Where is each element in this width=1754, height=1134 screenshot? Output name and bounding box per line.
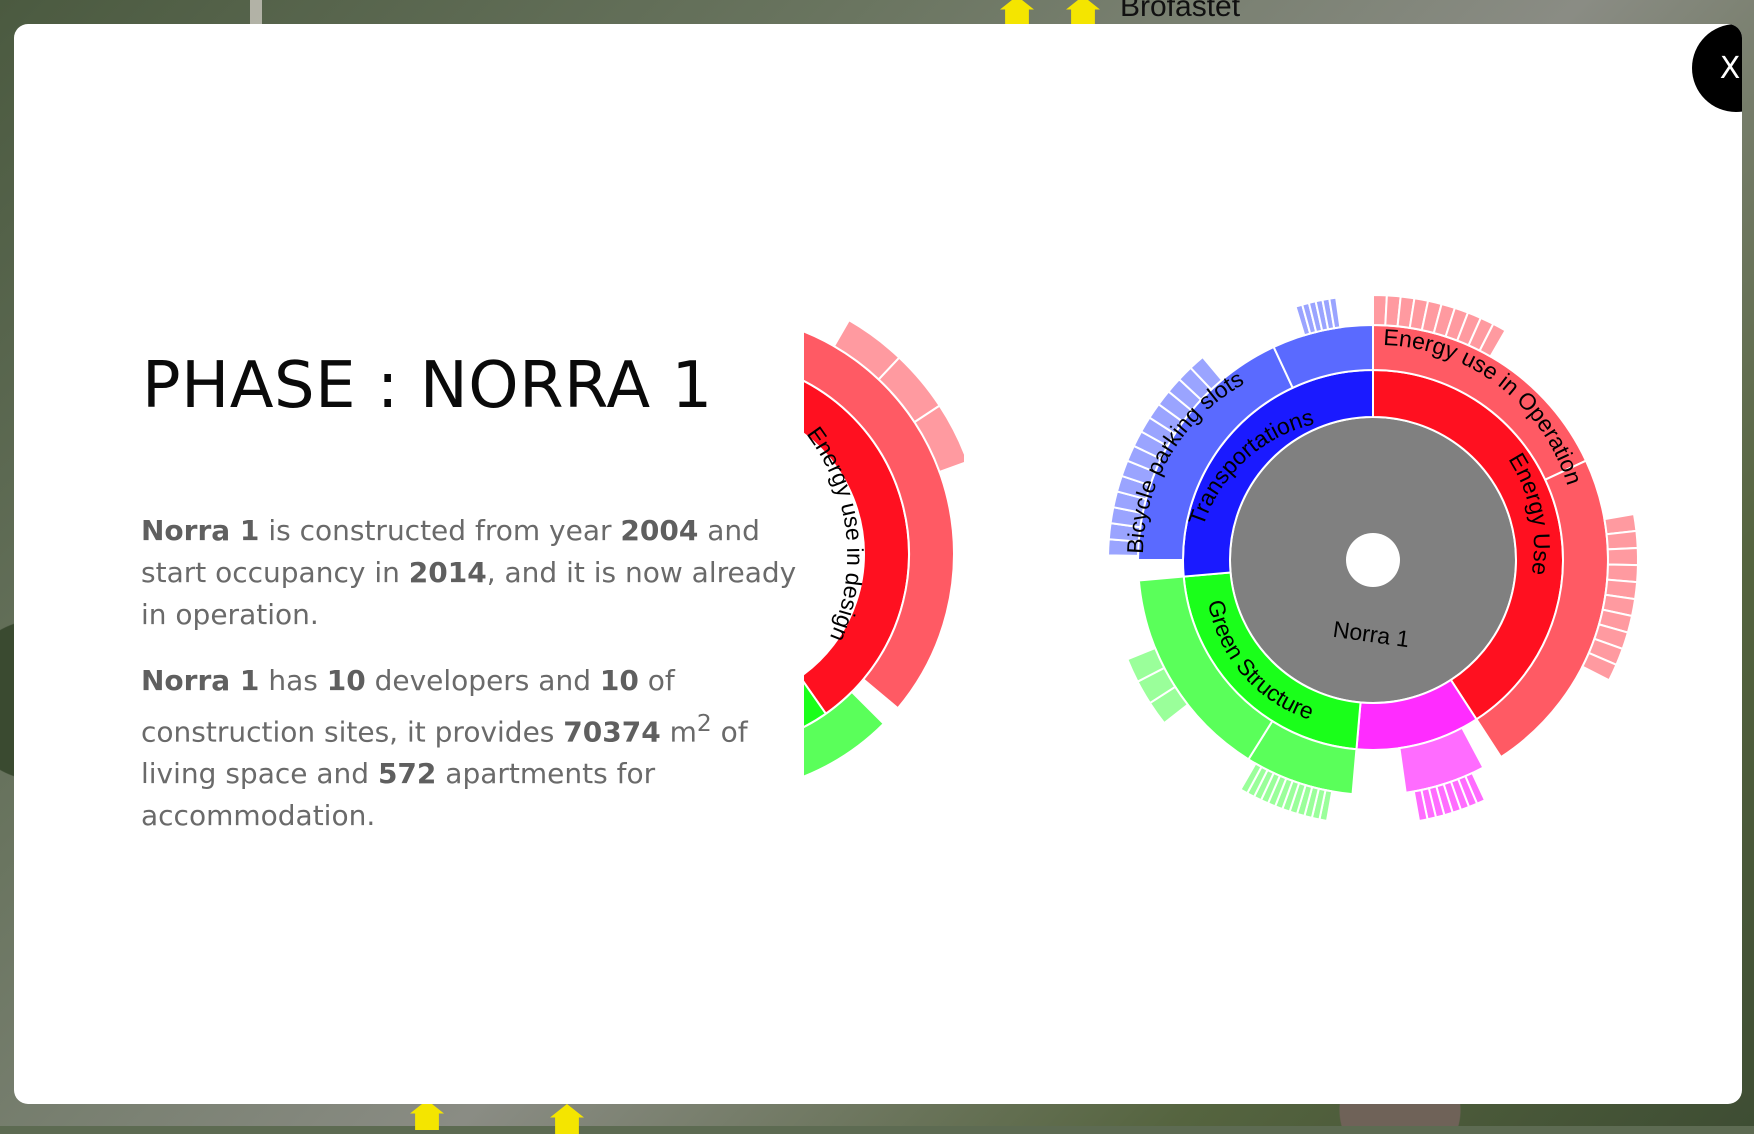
map-marker-icon[interactable]	[1000, 0, 1034, 26]
phase-modal: PHASE : NORRA 1 Norra 1 is constructed f…	[14, 24, 1742, 1104]
map-marker-icon[interactable]	[550, 1104, 584, 1134]
sunburst-charts: Energy use in Operation Energy Use Bicyc…	[647, 293, 1639, 823]
close-icon[interactable]: X	[1720, 51, 1741, 86]
sunburst-left-partial	[647, 318, 964, 778]
segment-design-leaf[interactable]	[1605, 529, 1639, 551]
sunburst-center	[1346, 533, 1400, 587]
map-place-label: Brofästet	[1120, 0, 1241, 23]
map-marker-icon[interactable]	[1066, 0, 1100, 26]
sunburst-chart	[1107, 293, 1639, 823]
left-segment-green[interactable]	[647, 677, 828, 749]
segment-design-leaf[interactable]	[1606, 546, 1639, 567]
